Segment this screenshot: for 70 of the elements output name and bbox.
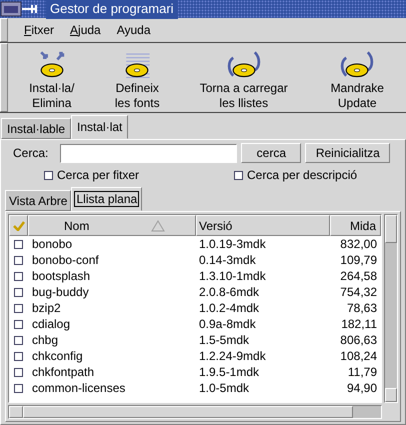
table-cell-text: 1.3.10-1mdk [198, 268, 267, 285]
table-cell-text: chkfontpath [31, 364, 96, 381]
toolbar-button[interactable]: Mandrake Update [321, 47, 394, 111]
search-label: Cerca: [12, 145, 50, 162]
tab[interactable]: Instal·lable [1, 118, 72, 139]
tab[interactable]: Llista plana [71, 187, 142, 211]
table-cell-text: bonobo-conf [31, 252, 100, 269]
table-cell-text: 832,00 [339, 236, 378, 253]
table-cell-text: 806,63 [339, 332, 378, 349]
tab[interactable]: Vista Arbre [5, 190, 72, 211]
column-header[interactable]: Nom [28, 215, 196, 236]
search-field[interactable] [60, 144, 238, 162]
grip-handle[interactable] [0, 43, 8, 112]
table-cell-text: 264,58 [339, 268, 378, 285]
sort-ascending-icon [151, 220, 165, 232]
table-cell-text: bzip2 [31, 300, 62, 317]
horizontal-scrollbar[interactable] [8, 405, 382, 419]
menu-item[interactable]: Fitxer [24, 21, 54, 39]
row-checkbox[interactable] [14, 304, 23, 312]
grip-handle[interactable] [0, 18, 8, 42]
table-cell-text: bootsplash [31, 268, 92, 285]
table-cell-text: common-licenses [31, 380, 126, 397]
checkbox-label: Cerca per fitxer [57, 167, 140, 184]
table-cell-text: 11,79 [346, 364, 378, 381]
row-checkbox[interactable] [14, 368, 23, 376]
column-header[interactable]: Versió [196, 215, 330, 236]
checkbox[interactable] [234, 170, 243, 180]
header-cell[interactable] [9, 215, 28, 236]
search-button[interactable]: cerca [241, 143, 302, 163]
table-cell-text: 1.0.19-3mdk [198, 236, 267, 253]
checkbox-label: Cerca per descripció [247, 167, 358, 184]
toolbar-button[interactable]: Defineix les fonts [108, 47, 166, 111]
table-cell-text: 1.0.2-4mdk [198, 300, 260, 317]
row-checkbox[interactable] [14, 384, 23, 392]
window-title: Gestor de programari [46, 0, 178, 19]
row-checkbox[interactable] [14, 272, 23, 280]
table-cell-text: 108,24 [339, 348, 378, 365]
table-cell-text: chbg [31, 332, 60, 349]
table-cell-text: 94,90 [346, 380, 378, 397]
row-checkbox[interactable] [14, 352, 23, 360]
table-cell-text: bonobo [31, 236, 74, 253]
tab[interactable]: Instal·lat [71, 115, 128, 139]
row-checkbox[interactable] [14, 256, 23, 264]
row-checkbox[interactable] [14, 336, 23, 344]
table-cell-text: 1.9.5-1mdk [198, 364, 260, 381]
column-header[interactable]: Mida [330, 215, 381, 236]
table-cell-text: 2.0.8-6mdk [198, 284, 260, 301]
row-checkbox[interactable] [14, 320, 23, 328]
menu-item[interactable]: Ajuda [70, 21, 101, 39]
table-cell-text: 78,63 [346, 300, 378, 317]
table-cell-text: 1.0-5mdk [198, 380, 250, 397]
table-cell-text: 0.9a-8mdk [198, 316, 257, 333]
table-cell-text: chkconfig [31, 348, 84, 365]
row-checkbox[interactable] [14, 240, 23, 248]
table-cell-text: cdialog [31, 316, 72, 333]
checkbox[interactable] [44, 170, 53, 180]
table-cell-text: 109,79 [339, 252, 378, 269]
table-cell-text: 182,11 [340, 316, 378, 333]
table-cell-text: 1.2.24-9mdk [198, 348, 267, 365]
table-cell-text: 754,32 [339, 284, 378, 301]
menu-item[interactable]: Ayuda [116, 21, 151, 39]
checkmark-icon [12, 220, 24, 230]
toolbar-button[interactable]: Instal·la/ Elimina [20, 47, 83, 111]
reset-button[interactable]: Reinicialitza [305, 143, 390, 163]
table-cell-text: 1.5-5mdk [198, 332, 250, 349]
table-cell-text: bug-buddy [31, 284, 90, 301]
row-checkbox[interactable] [14, 288, 23, 296]
vertical-scrollbar[interactable] [384, 214, 398, 403]
toolbar-button[interactable]: Torna a carregar les llistes [192, 47, 296, 111]
table-cell-text: 0.14-3mdk [198, 252, 257, 269]
